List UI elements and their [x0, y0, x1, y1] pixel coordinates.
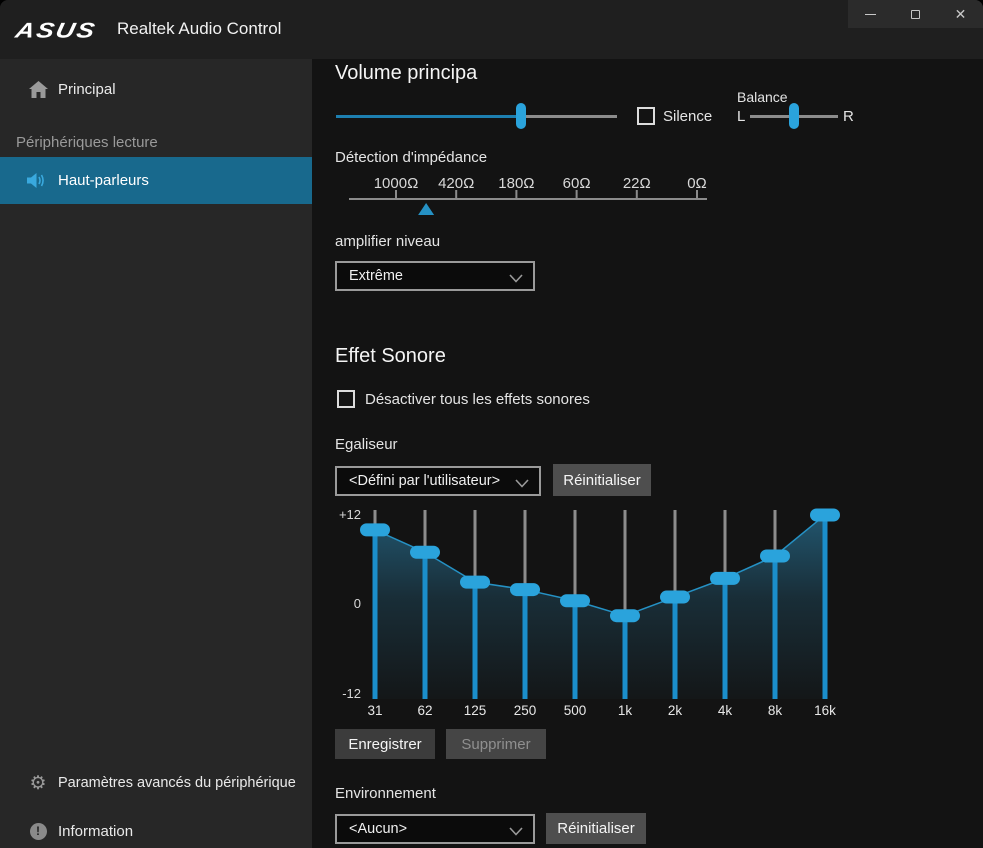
gear-icon: ⚙	[28, 774, 48, 793]
eq-band-label: 125	[464, 703, 487, 718]
equalizer-reset-button[interactable]: Réinitialiser	[553, 464, 651, 496]
environment-reset-button[interactable]: Réinitialiser	[546, 813, 646, 844]
eq-band-label: 1k	[618, 703, 633, 718]
eq-band-label: 2k	[668, 703, 683, 718]
eq-band-handle-125[interactable]	[460, 576, 490, 589]
eq-y-tick-label: +12	[339, 507, 361, 522]
app-window: ASUS Realtek Audio Control ✕ Principal P…	[0, 0, 983, 848]
eq-band-label: 4k	[718, 703, 733, 718]
silence-label: Silence	[663, 108, 712, 125]
sidebar-item-haut-parleurs[interactable]: Haut-parleurs	[0, 157, 312, 204]
sidebar-item-label: Principal	[58, 81, 116, 98]
equalizer-label: Egaliseur	[335, 436, 398, 453]
impedance-tick-label: 0Ω	[687, 175, 707, 192]
app-title: Realtek Audio Control	[117, 19, 281, 39]
equalizer-delete-button[interactable]: Supprimer	[446, 729, 546, 759]
impedance-tick-label: 180Ω	[498, 175, 534, 192]
eq-y-tick-label: -12	[342, 686, 361, 701]
amplifier-level-value: Extrême	[349, 268, 403, 284]
disable-effects-checkbox[interactable]	[337, 390, 355, 408]
maximize-button[interactable]	[893, 0, 938, 28]
window-controls: ✕	[848, 0, 983, 28]
sound-effect-title: Effet Sonore	[335, 345, 446, 368]
eq-band-label: 62	[417, 703, 432, 718]
speaker-icon	[26, 172, 48, 189]
eq-curve-area	[375, 515, 825, 699]
impedance-scale: 1000Ω 420Ω 180Ω 60Ω 22Ω 0Ω	[335, 170, 715, 220]
equalizer-preset-value: <Défini par l'utilisateur>	[349, 473, 500, 489]
balance-left-label: L	[737, 108, 745, 125]
eq-band-handle-8k[interactable]	[760, 550, 790, 563]
eq-band-label: 500	[564, 703, 587, 718]
sidebar: Principal Périphériques lecture Haut-par…	[0, 59, 312, 848]
sidebar-item-information[interactable]: ! Information	[0, 811, 312, 848]
minimize-button[interactable]	[848, 0, 893, 28]
impedance-tick-label: 22Ω	[623, 175, 651, 192]
sidebar-item-principal[interactable]: Principal	[0, 69, 312, 109]
eq-y-tick-label: 0	[354, 596, 361, 611]
eq-band-label: 31	[367, 703, 382, 718]
sidebar-item-advanced-settings[interactable]: ⚙ Paramètres avancés du périphérique	[0, 763, 312, 803]
minimize-icon	[865, 14, 876, 15]
titlebar: ASUS Realtek Audio Control ✕	[0, 0, 983, 59]
home-icon	[28, 81, 48, 98]
silence-checkbox[interactable]	[637, 107, 655, 125]
eq-band-handle-31[interactable]	[360, 523, 390, 536]
impedance-tick-label: 420Ω	[438, 175, 474, 192]
impedance-title: Détection d'impédance	[335, 149, 487, 166]
eq-band-handle-250[interactable]	[510, 583, 540, 596]
volume-slider[interactable]	[336, 103, 617, 129]
chevron-down-icon	[509, 274, 523, 283]
disable-effects-label: Désactiver tous les effets sonores	[365, 391, 590, 408]
close-button[interactable]: ✕	[938, 0, 983, 28]
eq-band-label: 16k	[814, 703, 836, 718]
eq-band-label: 250	[514, 703, 537, 718]
environment-value: <Aucun>	[349, 821, 407, 837]
eq-band-handle-62[interactable]	[410, 546, 440, 559]
balance-right-label: R	[843, 108, 854, 125]
eq-band-handle-2k[interactable]	[660, 591, 690, 604]
equalizer-chart: 31 62 125 250 500 1k 2k 4k 8k 16k +12 0 -12	[335, 503, 870, 723]
volume-slider-handle[interactable]	[516, 103, 526, 129]
equalizer-preset-select[interactable]: <Défini par l'utilisateur>	[335, 466, 541, 496]
sidebar-item-label: Paramètres avancés du périphérique	[58, 775, 296, 791]
chevron-down-icon	[515, 479, 529, 488]
volume-slider-fill	[336, 115, 521, 118]
sidebar-item-label: Information	[58, 823, 133, 840]
balance-slider-handle[interactable]	[789, 103, 799, 129]
close-icon: ✕	[955, 7, 967, 21]
impedance-marker-icon	[418, 203, 434, 215]
sidebar-section-label: Périphériques lecture	[16, 134, 158, 151]
info-icon: !	[28, 823, 48, 840]
eq-band-handle-500[interactable]	[560, 594, 590, 607]
eq-band-label: 8k	[768, 703, 783, 718]
maximize-icon	[911, 10, 920, 19]
sidebar-selected-label: Haut-parleurs	[58, 172, 149, 189]
eq-band-handle-16k[interactable]	[810, 508, 840, 521]
asus-logo: ASUS	[14, 19, 105, 42]
amplifier-level-select[interactable]: Extrême	[335, 261, 535, 291]
chevron-down-icon	[509, 827, 523, 836]
amplifier-label: amplifier niveau	[335, 233, 440, 250]
impedance-tick-label: 1000Ω	[374, 175, 419, 192]
equalizer-save-button[interactable]: Enregistrer	[335, 729, 435, 759]
volume-title: Volume principa	[335, 62, 477, 85]
environment-label: Environnement	[335, 785, 436, 802]
environment-select[interactable]: <Aucun>	[335, 814, 535, 844]
eq-band-handle-4k[interactable]	[710, 572, 740, 585]
balance-slider[interactable]	[750, 103, 838, 129]
impedance-tick-label: 60Ω	[563, 175, 591, 192]
eq-band-handle-1k[interactable]	[610, 609, 640, 622]
